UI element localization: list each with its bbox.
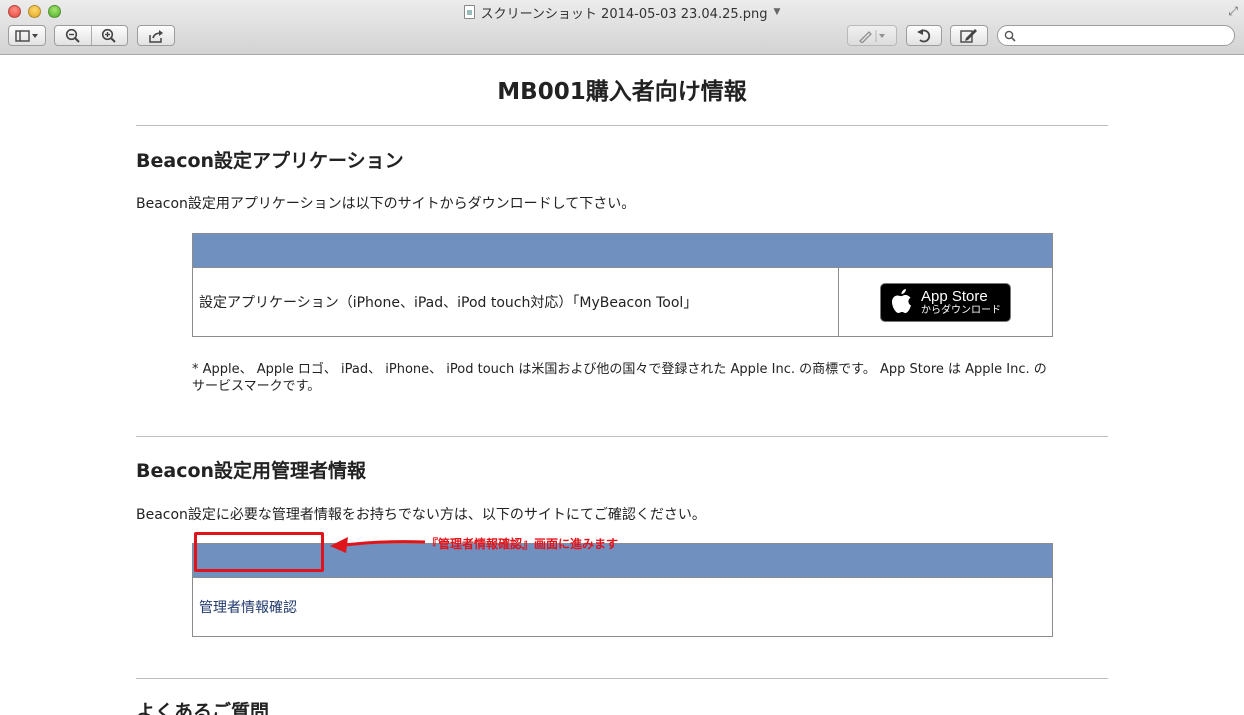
window-title: スクリーンショット 2014-05-03 23.04.25.png ▼ bbox=[0, 3, 1244, 22]
annotation-note: 『管理者情報確認』画面に進みます bbox=[426, 537, 619, 551]
share-button[interactable] bbox=[137, 25, 175, 46]
markup-pen-icon bbox=[859, 29, 885, 43]
window-toolbar: スクリーンショット 2014-05-03 23.04.25.png ▼ ⤢ bbox=[0, 0, 1244, 55]
badge-text: App Store からダウンロード bbox=[921, 289, 1001, 316]
rotate-button[interactable] bbox=[906, 25, 942, 46]
badge-store-name: App Store bbox=[921, 287, 988, 305]
divider bbox=[136, 678, 1108, 679]
annotation-arrow-icon bbox=[330, 537, 426, 553]
sidebar-toggle-button[interactable] bbox=[8, 25, 46, 46]
zoom-out-icon bbox=[65, 28, 80, 43]
section-heading-admin: Beacon設定用管理者情報 bbox=[136, 460, 367, 482]
section-description-admin: Beacon設定に必要な管理者情報をお持ちでない方は、以下のサイトにてご確認くだ… bbox=[136, 507, 706, 523]
trademark-footnote: * Apple、 Apple ロゴ、 iPad、 iPhone、 iPod to… bbox=[192, 362, 1047, 394]
table-row: 設定アプリケーション（iPhone、iPad、iPod touch対応）「MyB… bbox=[193, 268, 1052, 336]
rotate-icon bbox=[917, 29, 931, 43]
zoom-out-button[interactable] bbox=[55, 26, 91, 45]
app-name-cell: 設定アプリケーション（iPhone、iPad、iPod touch対応）「MyB… bbox=[199, 295, 698, 311]
search-field[interactable] bbox=[997, 25, 1235, 46]
markup-button[interactable] bbox=[847, 25, 897, 46]
app-store-cell: App Store からダウンロード bbox=[838, 268, 1052, 336]
app-download-table: 設定アプリケーション（iPhone、iPad、iPod touch対応）「MyB… bbox=[192, 233, 1053, 337]
table-row: 管理者情報確認 bbox=[193, 578, 1052, 636]
sidebar-toggle-icon bbox=[15, 29, 38, 42]
section-heading-faq: よくあるご質問 bbox=[136, 701, 270, 715]
annotation-highlight-box bbox=[194, 532, 324, 572]
document-view[interactable]: MB001購入者向け情報 Beacon設定アプリケーション Beacon設定用ア… bbox=[0, 56, 1244, 715]
apple-logo-icon bbox=[892, 289, 911, 313]
share-icon bbox=[149, 29, 163, 43]
table-header bbox=[193, 234, 1052, 268]
search-input[interactable] bbox=[1020, 28, 1234, 43]
admin-link-cell: 管理者情報確認 bbox=[193, 578, 1052, 636]
page-title: MB001購入者向け情報 bbox=[497, 79, 747, 105]
app-store-badge[interactable]: App Store からダウンロード bbox=[880, 282, 1011, 322]
zoom-in-icon bbox=[102, 28, 116, 43]
window-title-text: スクリーンショット 2014-05-03 23.04.25.png bbox=[480, 6, 768, 22]
zoom-control bbox=[54, 25, 128, 46]
fullscreen-icon[interactable]: ⤢ bbox=[1228, 4, 1238, 19]
section-heading-app: Beacon設定アプリケーション bbox=[136, 150, 404, 172]
edit-icon bbox=[960, 29, 977, 43]
chevron-down-icon[interactable]: ▼ bbox=[774, 7, 781, 17]
search-icon bbox=[1004, 30, 1016, 42]
divider bbox=[136, 125, 1108, 126]
divider bbox=[136, 436, 1108, 437]
admin-info-link[interactable]: 管理者情報確認 bbox=[199, 597, 297, 617]
document-icon bbox=[463, 5, 475, 19]
edit-button[interactable] bbox=[950, 25, 988, 46]
badge-subtitle: からダウンロード bbox=[921, 304, 1001, 316]
section-description-app: Beacon設定用アプリケーションは以下のサイトからダウンロードして下さい。 bbox=[136, 196, 636, 212]
zoom-in-button[interactable] bbox=[92, 26, 128, 45]
